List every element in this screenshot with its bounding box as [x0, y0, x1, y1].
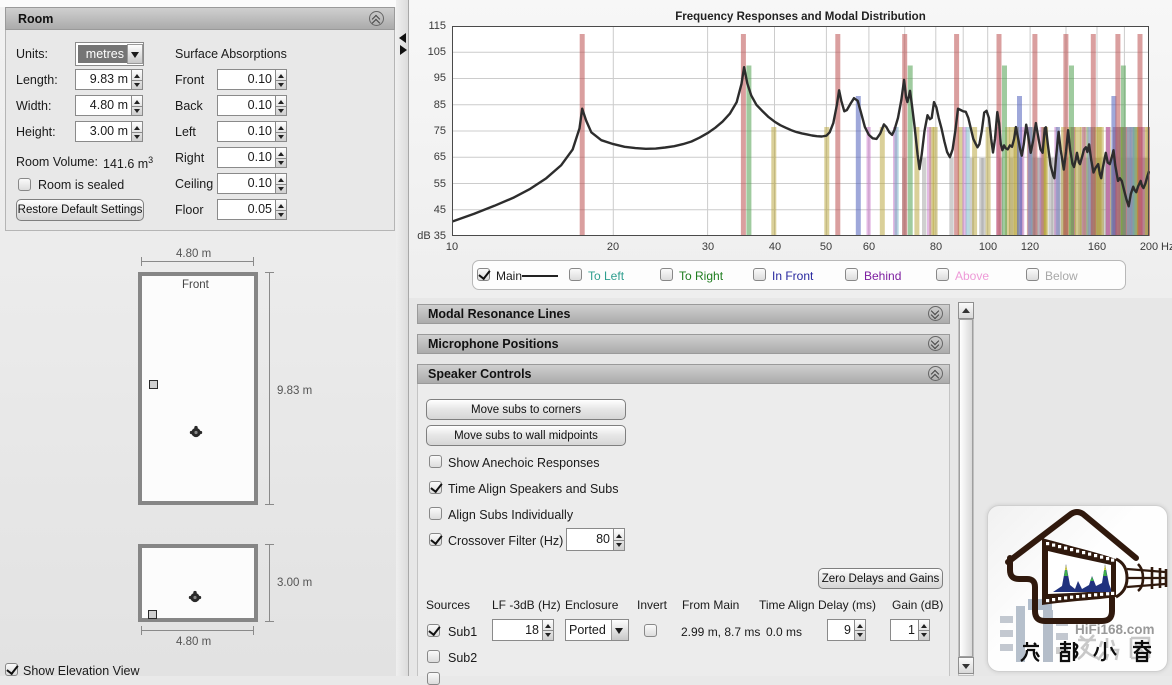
svg-text:HiFi168.com: HiFi168.com [1075, 622, 1155, 637]
